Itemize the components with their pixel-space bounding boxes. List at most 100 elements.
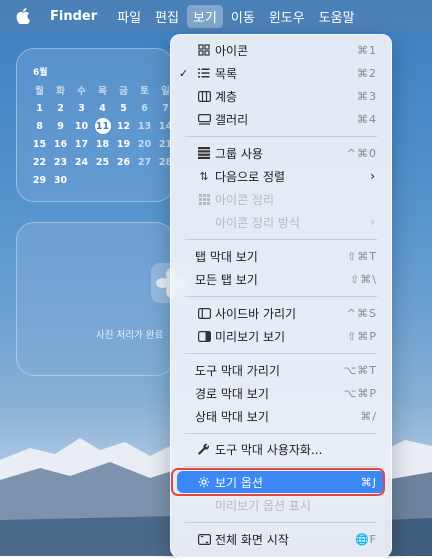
shortcut: ⇧⌘T [347,249,377,263]
menu-item-show-all-tabs[interactable]: 모든 탭 보기 ⇧⌘\ [177,268,385,290]
weekday-label: 목 [98,86,107,97]
chevron-right-icon: › [370,169,375,183]
menu-item-label: 그룹 사용 [215,146,263,161]
calendar-day: 23 [53,156,68,168]
photos-widget-status: 사진 처리가 완료 [96,330,164,341]
apple-menu-icon[interactable] [16,8,30,24]
menu-item-show-preview[interactable]: 미리보기 보기 ⇧⌘P [177,325,385,347]
menu-item-label: 사이드바 가리기 [215,306,297,321]
menu-go[interactable]: 이동 [225,5,261,28]
calendar-day: 4 [99,102,106,114]
weekday-label: 토 [140,86,149,97]
sidebar-icon [197,306,211,320]
calendar-widget[interactable]: 6월 월 화 수 목 금 토 일 1 2 3 4 5 6 7 8 9 10 11… [16,48,174,202]
menu-item-label: 모든 탭 보기 [195,272,258,287]
menu-separator [185,466,377,467]
menu-help[interactable]: 도움말 [313,5,361,28]
calendar-day: 30 [53,174,68,186]
menu-item-show-status-bar[interactable]: 상태 막대 보기 ⌘/ [177,405,385,427]
menu-item-show-path-bar[interactable]: 경로 막대 보기 ⌥⌘P [177,382,385,404]
calendar-day: 26 [116,156,131,168]
calendar-day: 5 [120,102,127,114]
menu-separator [185,353,377,354]
menu-item-preview-options[interactable]: 미리보기 옵션 표시 [177,494,385,516]
preview-pane-icon [197,329,211,343]
shortcut: ^⌘0 [346,146,377,160]
weekday-label: 월 [35,86,44,97]
menu-window[interactable]: 윈도우 [263,5,311,28]
columns-icon [197,89,211,103]
view-menu-dropdown: 아이콘 ⌘1 ✓ 목록 ⌘2 계층 ⌘3 갤러리 ⌘4 그룹 사용 ^⌘0 ⇅ … [170,34,392,558]
calendar-day: 3 [78,102,85,114]
menu-item-as-gallery[interactable]: 갤러리 ⌘4 [177,108,385,130]
menu-item-sort-by[interactable]: ⇅ 다음으로 정렬 › [177,165,385,187]
menu-item-hide-toolbar[interactable]: 도구 막대 가리기 ⌥⌘T [177,359,385,381]
menu-separator [185,239,377,240]
menu-item-label: 계층 [215,89,238,104]
menu-item-label: 갤러리 [215,112,249,127]
gallery-icon [197,112,211,126]
weekday-label: 화 [56,86,65,97]
calendar-today: 11 [92,117,113,135]
calendar-day: 25 [95,156,110,168]
menu-edit[interactable]: 편집 [149,5,185,28]
menu-item-customize-toolbar[interactable]: 도구 막대 사용자화... [177,438,385,460]
groups-icon [197,146,211,160]
menu-item-clean-up[interactable]: 아이콘 정리 [177,188,385,210]
menu-item-label: 아이콘 [215,43,249,58]
shortcut: ⌘2 [357,66,377,80]
menu-item-label: 다음으로 정렬 [215,169,286,184]
clean-up-grid-icon [197,192,211,206]
menu-item-label: 상태 막대 보기 [195,409,269,424]
calendar-grid: 월 화 수 목 금 토 일 1 2 3 4 5 6 7 8 9 10 11 12… [29,81,176,189]
shortcut: ⌥⌘T [343,363,377,377]
menu-item-as-icons[interactable]: 아이콘 ⌘1 [177,39,385,61]
wrench-icon [197,442,211,456]
calendar-day: 16 [53,138,68,150]
calendar-day: 8 [36,120,43,132]
menu-bar: Finder 파일 편집 보기 이동 윈도우 도움말 [0,0,432,32]
menu-item-label: 도구 막대 사용자화... [215,442,323,457]
shortcut: ⇧⌘P [347,329,377,343]
annotation-highlight-box [171,468,385,496]
menu-view[interactable]: 보기 [186,4,223,28]
calendar-day: 2 [57,102,64,114]
menu-item-use-groups[interactable]: 그룹 사용 ^⌘0 [177,142,385,164]
calendar-day: 27 [137,156,152,168]
checkmark-icon: ✓ [179,66,189,80]
calendar-day: 1 [36,102,43,114]
list-icon [197,66,211,80]
menu-item-label: 탭 막대 보기 [195,249,258,264]
calendar-day: 6 [141,102,148,114]
weekday-label: 수 [77,86,86,97]
menu-separator [185,433,377,434]
menu-item-show-tab-bar[interactable]: 탭 막대 보기 ⇧⌘T [177,245,385,267]
calendar-day: 12 [116,120,131,132]
menu-file[interactable]: 파일 [111,5,147,28]
weekday-label: 금 [119,86,128,97]
calendar-day: 9 [57,120,64,132]
menu-separator [185,296,377,297]
menu-item-as-columns[interactable]: 계층 ⌘3 [177,85,385,107]
menu-item-clean-up-by[interactable]: 아이콘 정리 방식 › [177,211,385,233]
shortcut: ⌘4 [357,112,377,126]
menu-item-enter-full-screen[interactable]: 전체 화면 시작 🌐F [177,528,385,550]
calendar-day: 15 [32,138,47,150]
menu-item-label: 미리보기 보기 [215,329,286,344]
menu-app-finder[interactable]: Finder [44,7,103,26]
shortcut: ⇧⌘\ [350,272,377,286]
calendar-day: 20 [137,138,152,150]
shortcut: 🌐F [354,532,377,546]
menu-item-label: 경로 막대 보기 [195,386,269,401]
calendar-day: 22 [32,156,47,168]
menu-item-as-list[interactable]: ✓ 목록 ⌘2 [177,62,385,84]
shortcut: ⌘3 [357,89,377,103]
photos-widget[interactable]: 사진 처리가 완료 [16,222,191,376]
menu-item-label: 아이콘 정리 방식 [215,215,300,230]
menu-item-label: 아이콘 정리 [215,192,275,207]
icon-grid-icon [197,43,211,57]
menu-separator [185,522,377,523]
menu-item-label: 미리보기 옵션 표시 [215,498,311,513]
menu-item-hide-sidebar[interactable]: 사이드바 가리기 ^⌘S [177,302,385,324]
shortcut: ^⌘S [346,306,377,320]
